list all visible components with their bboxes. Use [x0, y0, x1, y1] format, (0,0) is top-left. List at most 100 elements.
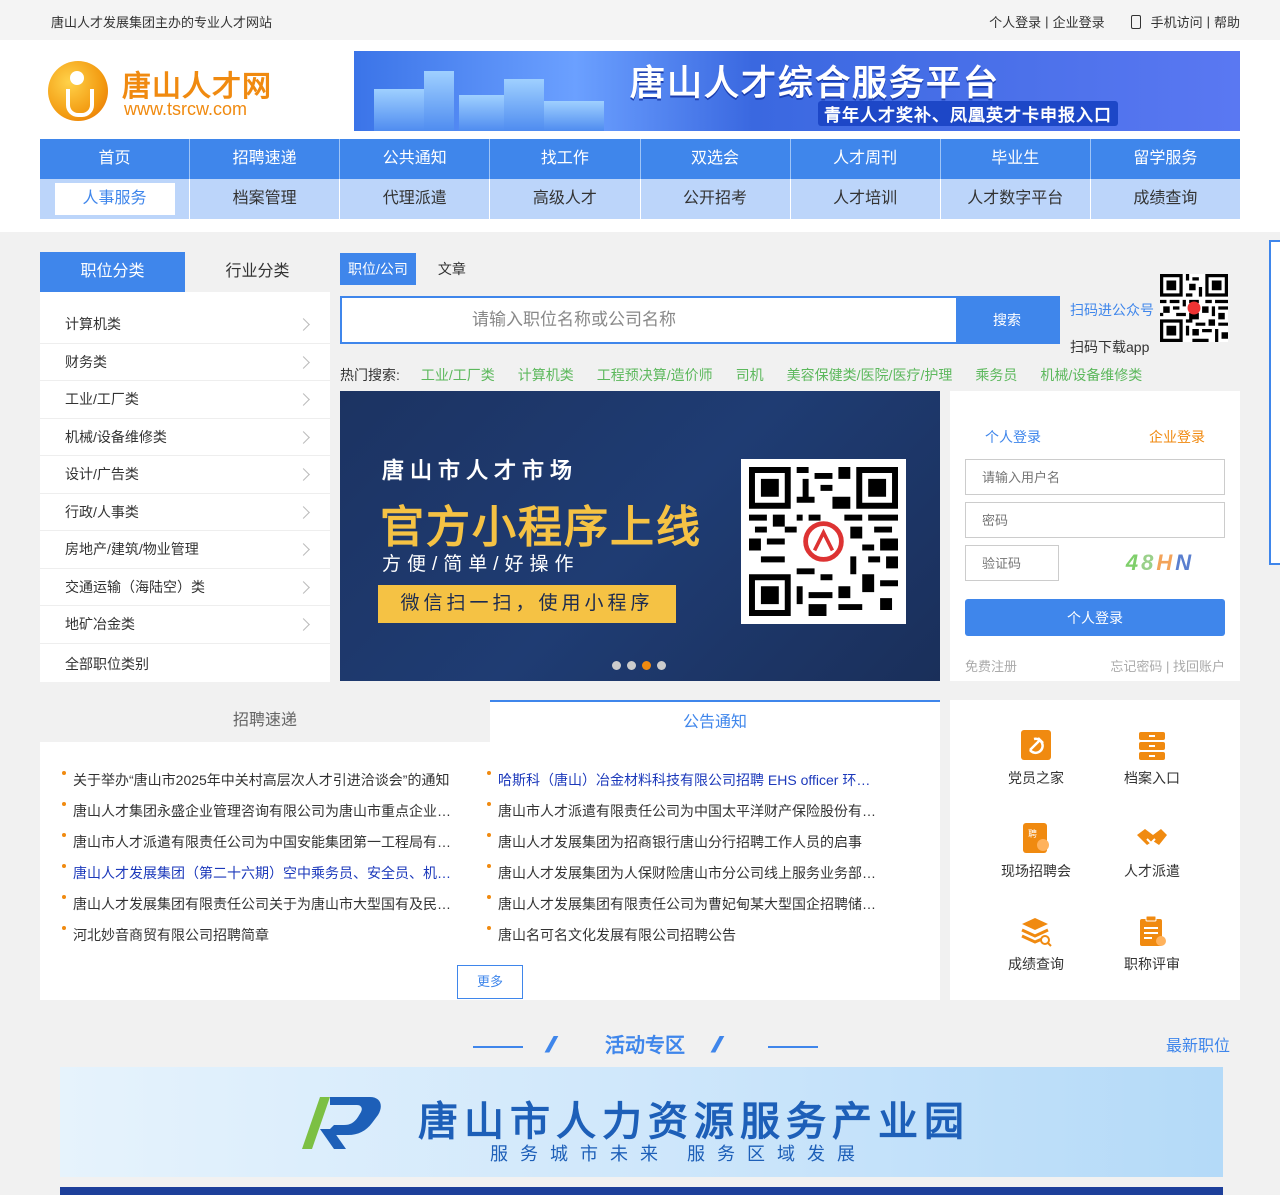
news-item[interactable]: 哈斯科（唐山）冶金材料科技有限公司招聘 EHS officer 环境健康安全: [485, 770, 880, 801]
floating-side-tab[interactable]: [1269, 240, 1280, 565]
top-banner[interactable]: 唐山人才综合服务平台 青年人才奖补、凤凰英才卡申报入口: [354, 51, 1240, 131]
chevron-right-icon: [297, 618, 310, 631]
more-button[interactable]: 更多: [457, 965, 523, 999]
nav-item[interactable]: 代理派遣: [340, 179, 491, 219]
tab-industry-category[interactable]: 行业分类: [185, 252, 330, 292]
next-banner[interactable]: [60, 1187, 1223, 1195]
qr-wechat-label[interactable]: 扫码进公众号: [1070, 300, 1154, 320]
register-link[interactable]: 免费注册: [965, 656, 1017, 675]
help-link[interactable]: 帮助: [1214, 12, 1240, 31]
search-button[interactable]: 搜索: [956, 296, 1058, 344]
service-party-home[interactable]: 党员之家: [986, 728, 1086, 788]
hot-search-link[interactable]: 工程预决算/造价师: [597, 365, 713, 385]
nav-item[interactable]: 公共通知: [340, 139, 491, 179]
hr-park-subtitle: 服务城市未来 服务区域发展: [490, 1144, 867, 1164]
chevron-right-icon: [297, 580, 310, 594]
service-score-query[interactable]: 成绩查询: [986, 914, 1086, 974]
service-title-review[interactable]: 职称评审: [1102, 914, 1202, 974]
news-item[interactable]: 关于举办“唐山市2025年中关村高层次人才引进洽谈会”的通知: [60, 770, 455, 801]
nav-item[interactable]: 双选会: [641, 139, 791, 179]
category-item[interactable]: 机械/设备维修类: [40, 419, 330, 456]
nav-item[interactable]: 毕业生: [941, 139, 1091, 179]
news-item[interactable]: 唐山人才发展集团有限责任公司关于为唐山市大型国有及民营企业: [60, 894, 455, 925]
captcha-input[interactable]: [965, 545, 1059, 581]
slide-cta: 微信扫一扫，使用小程序: [378, 585, 676, 623]
hot-search-link[interactable]: 工业/工厂类: [421, 365, 495, 385]
nav-row-secondary: 人事服务 档案管理 代理派遣 高级人才 公开招考 人才培训 人才数字平台 成绩查…: [40, 179, 1240, 219]
service-label: 人才派遣: [1124, 863, 1180, 879]
nav-item[interactable]: 招聘速递: [190, 139, 341, 179]
site-logo[interactable]: 唐山人才网 www.tsrcw.com: [48, 61, 308, 121]
news-item[interactable]: 唐山市人才派遣有限责任公司为中国安能集团第一工程局有限公司: [60, 832, 455, 863]
tab-recruit[interactable]: 招聘速递: [40, 700, 490, 742]
hr-park-banner[interactable]: 唐山市人力资源服务产业园 服务城市未来 服务区域发展: [60, 1067, 1223, 1177]
nav-item[interactable]: 公开招考: [641, 179, 791, 219]
search-input[interactable]: [342, 298, 958, 342]
personal-login-link[interactable]: 个人登录: [989, 12, 1041, 31]
tab-company-login[interactable]: 企业登录: [1149, 427, 1205, 447]
category-item[interactable]: 设计/广告类: [40, 456, 330, 494]
hot-search-link[interactable]: 计算机类: [518, 365, 574, 385]
hot-search-link[interactable]: 司机: [736, 365, 764, 385]
username-input[interactable]: [965, 459, 1225, 495]
slider-dot[interactable]: [657, 661, 666, 670]
mobile-link[interactable]: 手机访问: [1151, 12, 1203, 31]
company-login-link[interactable]: 企业登录: [1053, 12, 1105, 31]
news-item[interactable]: 唐山人才发展集团（第二十六期）空中乘务员、安全员、机场地勤: [60, 863, 455, 894]
service-label: 成绩查询: [1008, 956, 1064, 972]
slider-dot[interactable]: [627, 661, 636, 670]
news-item[interactable]: 唐山人才发展集团为招商银行唐山分行招聘工作人员的启事: [485, 832, 880, 863]
captcha-image[interactable]: 48HN: [1095, 545, 1225, 581]
category-item[interactable]: 行政/人事类: [40, 494, 330, 531]
nav-item-label: 人事服务: [54, 183, 175, 215]
service-archive-entry[interactable]: 档案入口: [1102, 728, 1202, 788]
login-button[interactable]: 个人登录: [965, 599, 1225, 636]
nav-item[interactable]: 留学服务: [1091, 139, 1240, 179]
tab-notice[interactable]: 公告通知: [490, 700, 940, 742]
hot-search-link[interactable]: 机械/设备维修类: [1040, 365, 1142, 385]
nav-item[interactable]: 人才周刊: [791, 139, 941, 179]
promo-slider[interactable]: 唐山市人才市场 官方小程序上线 方便/简单/好操作 微信扫一扫，使用小程序: [340, 391, 940, 681]
category-item[interactable]: 财务类: [40, 344, 330, 381]
tab-position-category[interactable]: 职位分类: [40, 252, 185, 292]
tab-personal-login[interactable]: 个人登录: [985, 427, 1041, 447]
nav-item[interactable]: 人才数字平台: [941, 179, 1091, 219]
forgot-password-link[interactable]: 忘记密码 | 找回账户: [1110, 656, 1225, 675]
slider-dot-active[interactable]: [642, 661, 651, 670]
service-talent-dispatch[interactable]: 人才派遣: [1102, 821, 1202, 881]
category-label: 交通运输（海陆空）类: [65, 578, 205, 595]
nav-item[interactable]: 人才培训: [791, 179, 941, 219]
nav-item-active[interactable]: 人事服务: [40, 179, 191, 219]
nav-item[interactable]: 档案管理: [190, 179, 341, 219]
separator: |: [1206, 14, 1210, 29]
category-label: 地矿冶金类: [65, 616, 135, 632]
slide-line1: 唐山市人才市场: [382, 458, 579, 483]
slider-dot[interactable]: [612, 661, 621, 670]
hot-search-link[interactable]: 美容保健类/医院/医疗/护理: [787, 365, 953, 385]
nav-item[interactable]: 成绩查询: [1091, 179, 1240, 219]
password-input[interactable]: [965, 502, 1225, 538]
category-label: 设计/广告类: [65, 466, 139, 482]
newest-jobs-link[interactable]: 最新职位: [1166, 1032, 1230, 1056]
news-list-right: 哈斯科（唐山）冶金材料科技有限公司招聘 EHS officer 环境健康安全 唐…: [485, 770, 880, 956]
nav-item[interactable]: 首页: [40, 139, 191, 179]
news-item[interactable]: 唐山名可名文化发展有限公司招聘公告: [485, 925, 880, 956]
handshake-icon: [1135, 821, 1169, 855]
tab-article[interactable]: 文章: [430, 253, 474, 285]
news-item[interactable]: 唐山人才发展集团有限责任公司为曹妃甸某大型国企招聘储备干部: [485, 894, 880, 925]
news-item[interactable]: 唐山人才集团永盛企业管理咨询有限公司为唐山市重点企业招聘: [60, 801, 455, 832]
category-item[interactable]: 计算机类: [40, 306, 330, 344]
category-item[interactable]: 工业/工厂类: [40, 381, 330, 419]
service-job-fair[interactable]: 聘 现场招聘会: [986, 821, 1086, 881]
nav-item[interactable]: 高级人才: [490, 179, 641, 219]
news-item[interactable]: 河北妙音商贸有限公司招聘简章: [60, 925, 455, 956]
hot-search-link[interactable]: 乘务员: [975, 365, 1017, 385]
nav-item[interactable]: 找工作: [490, 139, 641, 179]
category-item[interactable]: 房地产/建筑/物业管理: [40, 531, 330, 569]
all-categories-link[interactable]: 全部职位类别: [40, 644, 330, 684]
tab-job-company[interactable]: 职位/公司: [340, 253, 416, 285]
news-item[interactable]: 唐山市人才派遣有限责任公司为中国太平洋财产保险股份有限公司: [485, 801, 880, 832]
category-item[interactable]: 交通运输（海陆空）类: [40, 569, 330, 606]
category-item[interactable]: 地矿冶金类: [40, 606, 330, 644]
news-item[interactable]: 唐山人才发展集团为人保财险唐山市分公司线上服务业务部招聘: [485, 863, 880, 894]
